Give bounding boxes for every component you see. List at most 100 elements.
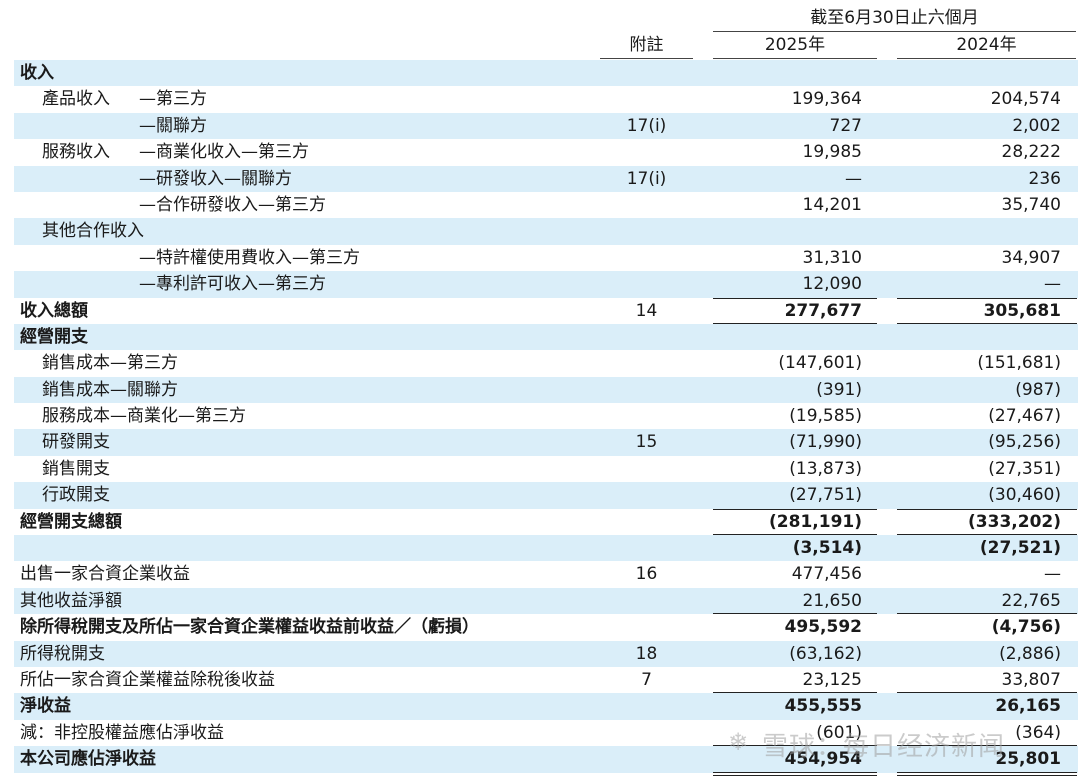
row-note <box>600 509 693 535</box>
double-rule <box>897 774 1077 776</box>
row-note <box>600 403 693 429</box>
value-2025: 12,090 <box>802 274 862 295</box>
row-note: 17(i) <box>626 115 667 136</box>
table-row: 其他合作收入 <box>14 218 1078 245</box>
row-note: 7 <box>641 669 652 690</box>
table-row: 服務成本—商業化—第三方 (19,585) (27,467) <box>14 403 1078 429</box>
value-2024: (4,756) <box>991 617 1061 638</box>
row-note <box>600 456 693 482</box>
value-2024: (987) <box>1015 379 1061 400</box>
value-2025: 199,364 <box>791 89 862 110</box>
snowball-logo-icon: ❄ <box>728 728 749 756</box>
subtotal-rule <box>897 297 1077 299</box>
value-2024: 2,002 <box>1012 115 1061 136</box>
value-2025: 455,555 <box>784 696 862 717</box>
value-2024: (27,521) <box>979 538 1061 559</box>
row-note: 15 <box>635 432 658 453</box>
value-2025: (281,191) <box>713 508 877 536</box>
value-2024: 26,165 <box>995 696 1061 717</box>
row-label: 本公司應佔淨收益 <box>20 749 156 770</box>
table-row: 行政開支 (27,751) (30,460) <box>14 482 1078 509</box>
value-2025: 477,456 <box>791 564 862 585</box>
row-note <box>600 139 693 165</box>
row-note <box>600 588 693 614</box>
table-row-opex-heading: 經營開支 <box>14 323 1078 351</box>
value-2025: (27,751) <box>789 485 862 506</box>
row-note: 17(i) <box>626 168 667 189</box>
row-label: —合作研發收入—第三方 <box>139 194 326 215</box>
row-note <box>600 245 693 271</box>
row-note <box>600 482 693 508</box>
value-2025: 727 <box>829 115 862 136</box>
value-2025: (63,162) <box>789 643 862 664</box>
value-2025: 31,310 <box>802 247 862 268</box>
value-2025: 14,201 <box>802 194 862 215</box>
table-row: 所得稅開支 18 (63,162) (2,886) <box>14 640 1078 667</box>
table-row-total-opex: 經營開支總額 (281,191) (333,202) <box>14 508 1078 536</box>
value-2024: — <box>1044 564 1061 585</box>
row-note <box>600 350 693 376</box>
row-label: 所得稅開支 <box>20 643 105 664</box>
subtotal-rule <box>713 297 877 299</box>
table-row-net-income: 淨收益 455,555 26,165 <box>14 693 1078 720</box>
row-label: 服務成本—商業化—第三方 <box>42 406 246 427</box>
value-2025: (71,990) <box>789 432 862 453</box>
value-2024: 25,801 <box>897 746 1077 776</box>
row-label: 行政開支 <box>42 485 110 506</box>
row-label: —第三方 <box>139 89 207 110</box>
table-row: —合作研發收入—第三方 14,201 35,740 <box>14 192 1078 218</box>
row-note <box>600 377 693 403</box>
value-2024: (333,202) <box>897 508 1077 536</box>
row-label: —專利許可收入—第三方 <box>139 274 326 295</box>
value-2024: 34,907 <box>1001 247 1061 268</box>
year-2025-header: 2025年 <box>713 34 877 59</box>
value-2024: 35,740 <box>1001 194 1061 215</box>
row-label: —研發收入—關聯方 <box>139 168 292 189</box>
table-row: —關聯方 17(i) 727 2,002 <box>14 112 1078 140</box>
value-2025: (147,601) <box>778 353 862 374</box>
row-label: 其他收益淨額 <box>20 590 122 611</box>
table-row: 其他收益淨額 21,650 22,765 <box>14 587 1078 615</box>
value-2025: (19,585) <box>789 406 862 427</box>
table-row: 減：非控股權益應佔淨收益 (601) (364) <box>14 720 1078 747</box>
row-note: 14 <box>635 300 658 321</box>
row-prefix: 產品收入 <box>42 89 110 110</box>
table-row-attributable-net-income: 本公司應佔淨收益 454,954 25,801 <box>14 746 1078 776</box>
note-column-header: 附註 <box>600 34 693 59</box>
row-label: 出售一家合資企業收益 <box>20 564 190 585</box>
row-label: —關聯方 <box>139 115 207 136</box>
row-label: 銷售成本—關聯方 <box>42 379 178 400</box>
row-label: —商業化收入—第三方 <box>139 142 309 163</box>
value-2024: (27,351) <box>988 458 1061 479</box>
row-label: 研發開支 <box>42 432 110 453</box>
subtotal-rule <box>897 508 1077 510</box>
row-note <box>600 271 693 297</box>
period-header: 截至6月30日止六個月 <box>713 7 1076 32</box>
table-row-operating-loss: (3,514) (27,521) <box>14 535 1078 562</box>
value-2025: 21,650 <box>713 588 877 615</box>
value-2025: (13,873) <box>789 458 862 479</box>
double-rule <box>713 774 877 776</box>
table-row: 服務收入 —商業化收入—第三方 19,985 28,222 <box>14 139 1078 165</box>
value-2024: (2,886) <box>999 643 1061 664</box>
value-2025: — <box>845 168 862 189</box>
row-note: 18 <box>635 643 658 664</box>
value-2024: 236 <box>1028 168 1061 189</box>
value-2024: (151,681) <box>977 353 1061 374</box>
row-prefix: 服務收入 <box>42 142 110 163</box>
value-2025: (3,514) <box>792 538 862 559</box>
value-2024: 33,807 <box>897 667 1077 694</box>
double-rule <box>897 771 1077 773</box>
row-label: 收入總額 <box>20 300 88 321</box>
row-label: 除所得稅開支及所佔一家合資企業權益收益前收益／（虧損） <box>20 617 479 638</box>
row-label: 經營開支 <box>20 326 88 347</box>
value-2024: 204,574 <box>990 89 1061 110</box>
value-2024: (364) <box>897 720 1077 747</box>
value-2024: (95,256) <box>988 432 1061 453</box>
value-2024: (27,467) <box>988 406 1061 427</box>
table-row: —特許權使用費收入—第三方 31,310 34,907 <box>14 245 1078 271</box>
value-2025: 277,677 <box>713 297 877 324</box>
table-row: —專利許可收入—第三方 12,090 — <box>14 271 1078 298</box>
table-row: 銷售開支 (13,873) (27,351) <box>14 456 1078 482</box>
value-2025: 19,985 <box>802 142 862 163</box>
